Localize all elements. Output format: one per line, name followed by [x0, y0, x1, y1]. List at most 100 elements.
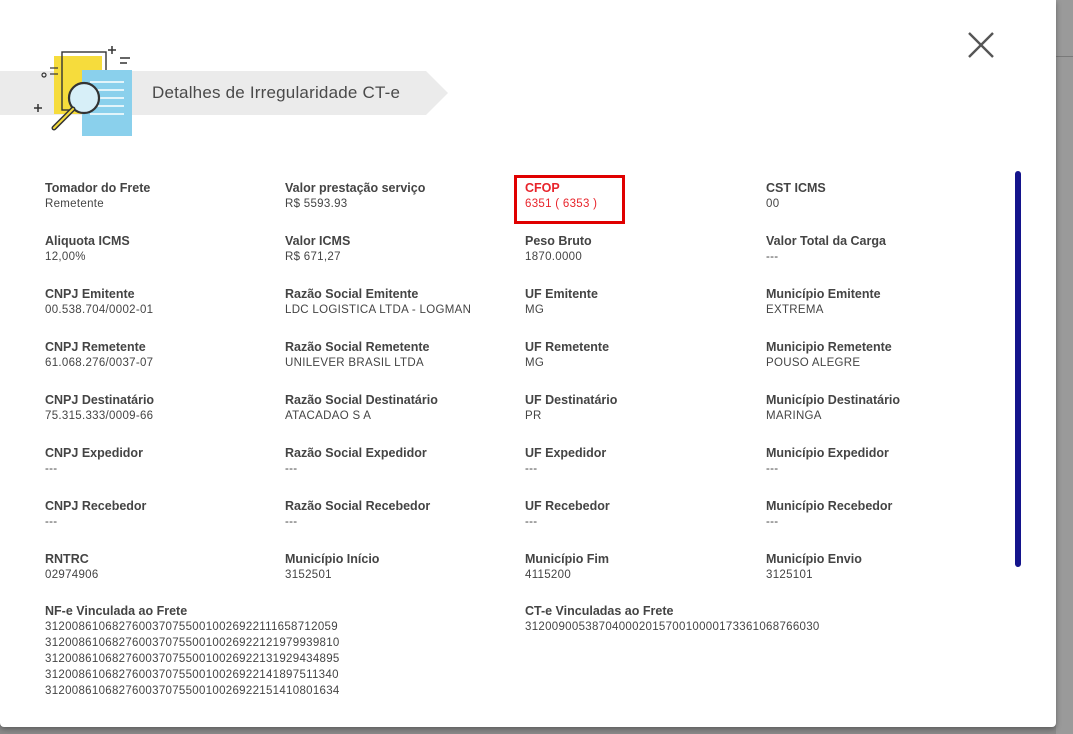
municipio-fim-value: 4115200 — [525, 569, 572, 581]
aliquota-icms-label: Aliquota ICMS — [45, 234, 130, 248]
razao-social-recebedor-value: --- — [285, 516, 298, 528]
aliquota-icms-field: Aliquota ICMS 12,00% — [45, 233, 130, 265]
cst-icms-value: 00 — [766, 198, 780, 210]
tomador-do-frete-value: Remetente — [45, 198, 104, 210]
razao-social-remetente-label: Razão Social Remetente — [285, 340, 430, 354]
rntrc-value: 02974906 — [45, 569, 99, 581]
municipio-remetente-value: POUSO ALEGRE — [766, 357, 861, 369]
municipio-recebedor-field: Município Recebedor --- — [766, 498, 892, 530]
uf-remetente-value: MG — [525, 357, 545, 369]
valor-total-da-carga-field: Valor Total da Carga --- — [766, 233, 886, 265]
razao-social-emitente-value: LDC LOGISTICA LTDA - LOGMAN — [285, 304, 472, 316]
peso-bruto-label: Peso Bruto — [525, 234, 592, 248]
municipio-envio-value: 3125101 — [766, 569, 813, 581]
cte-vinculadas-field: CT-e Vinculadas ao Frete 312009005387040… — [525, 603, 820, 635]
close-button[interactable] — [963, 27, 999, 63]
backdrop — [1056, 0, 1073, 734]
vertical-scrollbar[interactable] — [1015, 171, 1021, 567]
valor-prestacao-servico-label: Valor prestação serviço — [285, 181, 426, 195]
municipio-inicio-label: Município Início — [285, 552, 380, 566]
uf-recebedor-value: --- — [525, 516, 538, 528]
uf-recebedor-label: UF Recebedor — [525, 499, 610, 513]
cnpj-remetente-label: CNPJ Remetente — [45, 340, 146, 354]
cnpj-remetente-field: CNPJ Remetente 61.068.276/0037-07 — [45, 339, 153, 371]
uf-recebedor-field: UF Recebedor --- — [525, 498, 610, 530]
uf-emitente-field: UF Emitente MG — [525, 286, 598, 318]
municipio-expedidor-value: --- — [766, 463, 779, 475]
rntrc-field: RNTRC 02974906 — [45, 551, 99, 583]
irregularity-details-modal: Detalhes de Irregularidade CT-e Tomador … — [0, 0, 1056, 727]
uf-expedidor-value: --- — [525, 463, 538, 475]
razao-social-recebedor-field: Razão Social Recebedor --- — [285, 498, 430, 530]
cnpj-recebedor-field: CNPJ Recebedor --- — [45, 498, 146, 530]
municipio-expedidor-label: Município Expedidor — [766, 446, 889, 460]
municipio-recebedor-label: Município Recebedor — [766, 499, 893, 513]
uf-destinatario-label: UF Destinatário — [525, 393, 618, 407]
tomador-do-frete-field: Tomador do Frete Remetente — [45, 180, 150, 212]
municipio-destinatario-label: Município Destinatário — [766, 393, 901, 407]
document-search-icon — [34, 44, 134, 145]
municipio-destinatario-value: MARINGA — [766, 410, 822, 422]
razao-social-expedidor-label: Razão Social Expedidor — [285, 446, 427, 460]
municipio-remetente-field: Municipio Remetente POUSO ALEGRE — [766, 339, 892, 371]
municipio-fim-label: Município Fim — [525, 552, 610, 566]
valor-prestacao-servico-field: Valor prestação serviço R$ 5593.93 — [285, 180, 425, 212]
razao-social-emitente-field: Razão Social Emitente LDC LOGISTICA LTDA … — [285, 286, 471, 318]
nfe-value-1: 3120086106827600370755001002692211165871… — [45, 621, 338, 633]
peso-bruto-value: 1870.0000 — [525, 251, 583, 263]
nfe-value-4: 3120086106827600370755001002692214189751… — [45, 669, 339, 681]
cnpj-remetente-value: 61.068.276/0037-07 — [45, 357, 154, 369]
municipio-inicio-value: 3152501 — [285, 569, 332, 581]
municipio-fim-field: Município Fim 4115200 — [525, 551, 609, 583]
municipio-expedidor-field: Município Expedidor --- — [766, 445, 889, 477]
uf-expedidor-field: UF Expedidor --- — [525, 445, 606, 477]
razao-social-remetente-field: Razão Social Remetente UNILEVER BRASIL LT… — [285, 339, 430, 371]
uf-expedidor-label: UF Expedidor — [525, 446, 607, 460]
razao-social-destinatario-label: Razão Social Destinatário — [285, 393, 438, 407]
aliquota-icms-value: 12,00% — [45, 251, 86, 263]
valor-icms-value: R$ 671,27 — [285, 251, 341, 263]
razao-social-recebedor-label: Razão Social Recebedor — [285, 499, 431, 513]
razao-social-remetente-value: UNILEVER BRASIL LTDA — [285, 357, 424, 369]
valor-prestacao-servico-value: R$ 5593.93 — [285, 198, 348, 210]
cnpj-emitente-field: CNPJ Emitente 00.538.704/0002-01 — [45, 286, 153, 318]
municipio-inicio-field: Município Início 3152501 — [285, 551, 379, 583]
close-icon[interactable] — [963, 27, 999, 63]
municipio-emitente-value: EXTREMA — [766, 304, 824, 316]
municipio-recebedor-value: --- — [766, 516, 779, 528]
backdrop-line — [1056, 56, 1073, 57]
municipio-envio-label: Município Envio — [766, 552, 862, 566]
uf-emitente-value: MG — [525, 304, 545, 316]
cnpj-destinatario-field: CNPJ Destinatário 75.315.333/0009-66 — [45, 392, 154, 424]
municipio-emitente-field: Município Emitente EXTREMA — [766, 286, 881, 318]
nfe-value-3: 3120086106827600370755001002692213192943… — [45, 653, 340, 665]
valor-total-da-carga-label: Valor Total da Carga — [766, 234, 886, 248]
uf-remetente-field: UF Remetente MG — [525, 339, 609, 371]
cnpj-destinatario-value: 75.315.333/0009-66 — [45, 410, 154, 422]
cnpj-recebedor-value: --- — [45, 516, 58, 528]
cnpj-expedidor-label: CNPJ Expedidor — [45, 446, 143, 460]
razao-social-emitente-label: Razão Social Emitente — [285, 287, 419, 301]
tomador-do-frete-label: Tomador do Frete — [45, 181, 151, 195]
uf-emitente-label: UF Emitente — [525, 287, 598, 301]
peso-bruto-field: Peso Bruto 1870.0000 — [525, 233, 592, 265]
municipio-emitente-label: Município Emitente — [766, 287, 881, 301]
nfe-vinculada-field: NF-e Vinculada ao Frete 3120086106827600… — [45, 603, 340, 699]
municipio-envio-field: Município Envio 3125101 — [766, 551, 862, 583]
valor-icms-field: Valor ICMS R$ 671,27 — [285, 233, 350, 265]
nfe-label: NF-e Vinculada ao Frete — [45, 604, 188, 618]
nfe-value-2: 3120086106827600370755001002692212197993… — [45, 637, 340, 649]
razao-social-destinatario-field: Razão Social Destinatário ATACADAO S A — [285, 392, 438, 424]
cnpj-expedidor-field: CNPJ Expedidor --- — [45, 445, 143, 477]
municipio-remetente-label: Municipio Remetente — [766, 340, 892, 354]
uf-destinatario-value: PR — [525, 410, 542, 422]
cnpj-emitente-value: 00.538.704/0002-01 — [45, 304, 154, 316]
cte-value-1: 3120090053870400020157001000017336106876… — [525, 621, 820, 633]
cnpj-recebedor-label: CNPJ Recebedor — [45, 499, 147, 513]
cte-label: CT-e Vinculadas ao Frete — [525, 604, 674, 618]
modal-title: Detalhes de Irregularidade CT-e — [152, 83, 401, 102]
uf-remetente-label: UF Remetente — [525, 340, 610, 354]
razao-social-destinatario-value: ATACADAO S A — [285, 410, 372, 422]
cfop-highlight-box — [514, 175, 625, 224]
municipio-destinatario-field: Município Destinatário MARINGA — [766, 392, 900, 424]
